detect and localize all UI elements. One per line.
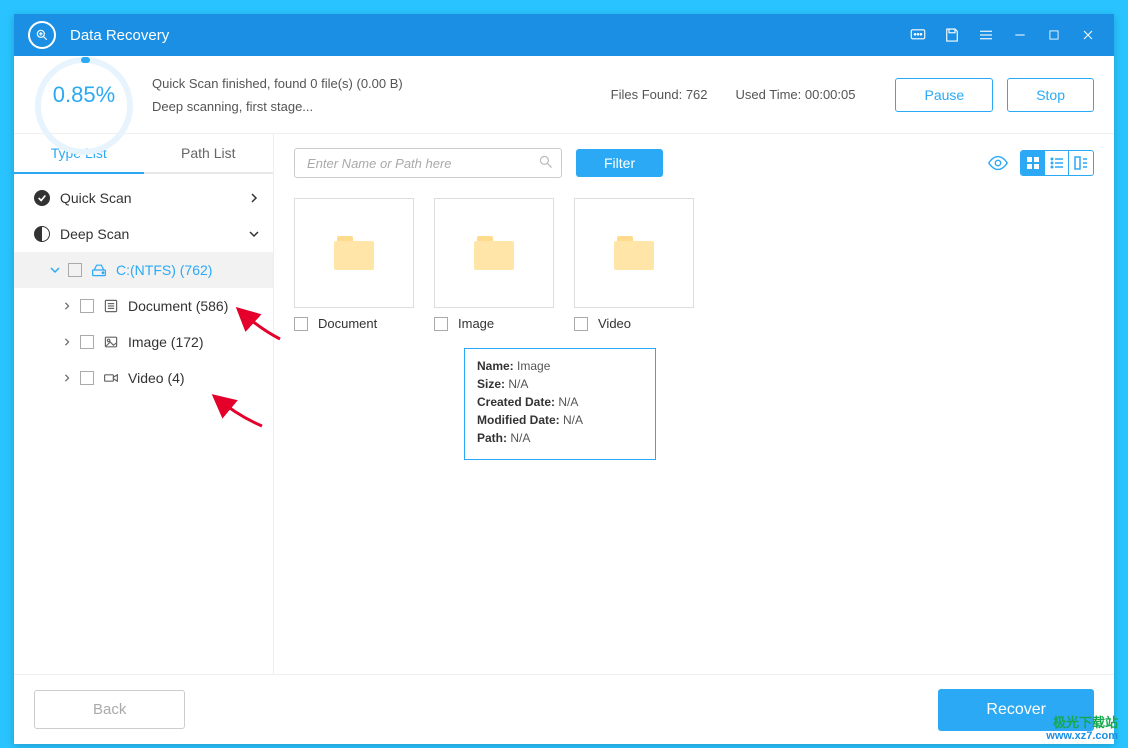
card-label: Video <box>598 316 631 331</box>
card-image[interactable]: Image <box>434 198 554 331</box>
tree-drive-c[interactable]: C:(NTFS) (762) <box>14 252 273 288</box>
checkbox[interactable] <box>574 317 588 331</box>
checkbox[interactable] <box>68 263 82 277</box>
search-input[interactable] <box>294 148 562 178</box>
checkbox[interactable] <box>80 371 94 385</box>
sidebar: Type List Path List Quick Scan Deep Scan <box>14 134 274 674</box>
tree-quick-scan[interactable]: Quick Scan <box>14 180 273 216</box>
folder-thumb <box>574 198 694 308</box>
folder-icon <box>614 236 654 270</box>
scan-status-line1: Quick Scan finished, found 0 file(s) (0.… <box>152 76 611 91</box>
chevron-right-icon <box>60 373 74 383</box>
folder-grid: Document Image Video Name: Image Size: N… <box>294 198 1094 331</box>
drive-icon <box>90 262 108 278</box>
folder-thumb <box>434 198 554 308</box>
save-icon[interactable] <box>940 23 964 47</box>
pause-button[interactable]: Pause <box>895 78 993 112</box>
chevron-right-icon <box>60 337 74 347</box>
filter-button[interactable]: Filter <box>576 149 663 177</box>
view-list-icon[interactable] <box>1045 151 1069 175</box>
toolbar: Filter <box>294 148 1094 178</box>
folder-thumb <box>294 198 414 308</box>
view-detail-icon[interactable] <box>1069 151 1093 175</box>
close-button[interactable] <box>1076 23 1100 47</box>
checkbox[interactable] <box>80 335 94 349</box>
check-icon <box>34 190 50 206</box>
footer: Back Recover <box>14 674 1114 744</box>
search-field <box>294 148 562 178</box>
maximize-button[interactable] <box>1042 23 1066 47</box>
tree: Quick Scan Deep Scan C:(NTFS) (762) <box>14 174 273 674</box>
chevron-right-icon <box>60 301 74 311</box>
folder-icon <box>474 236 514 270</box>
card-label: Document <box>318 316 377 331</box>
card-label: Image <box>458 316 494 331</box>
app-window: Data Recovery 0.85% Quick Scan finished,… <box>14 14 1114 744</box>
document-icon <box>102 298 120 314</box>
info-tooltip: Name: Image Size: N/A Created Date: N/A … <box>464 348 656 460</box>
scan-status-line2: Deep scanning, first stage... <box>152 99 611 114</box>
tree-document[interactable]: Document (586) <box>14 288 273 324</box>
folder-icon <box>334 236 374 270</box>
tree-image[interactable]: Image (172) <box>14 324 273 360</box>
chevron-down-icon <box>249 226 259 242</box>
checkbox[interactable] <box>294 317 308 331</box>
back-button[interactable]: Back <box>34 690 185 729</box>
tree-deep-scan[interactable]: Deep Scan <box>14 216 273 252</box>
view-grid-icon[interactable] <box>1021 151 1045 175</box>
app-logo-icon <box>28 21 56 49</box>
chevron-down-icon <box>48 265 62 275</box>
main-content: Filter Document I <box>274 134 1114 674</box>
feedback-icon[interactable] <box>906 23 930 47</box>
stop-button[interactable]: Stop <box>1007 78 1094 112</box>
progress-percent: 0.85% <box>53 82 115 108</box>
watermark: 极光下载站 www.xz7.com <box>1046 716 1118 742</box>
titlebar: Data Recovery <box>14 14 1114 56</box>
card-document[interactable]: Document <box>294 198 414 331</box>
half-circle-icon <box>34 226 50 242</box>
chevron-right-icon <box>249 190 259 206</box>
scan-stats: Files Found: 762 Used Time: 00:00:05 <box>611 87 856 102</box>
image-icon <box>102 334 120 350</box>
app-title: Data Recovery <box>70 27 896 44</box>
progress-circle: 0.85% <box>34 56 134 134</box>
view-mode-group <box>1020 150 1094 176</box>
minimize-button[interactable] <box>1008 23 1032 47</box>
card-video[interactable]: Video <box>574 198 694 331</box>
search-icon[interactable] <box>538 154 554 175</box>
scan-status: Quick Scan finished, found 0 file(s) (0.… <box>152 76 611 114</box>
video-icon <box>102 370 120 386</box>
used-time: Used Time: 00:00:05 <box>736 87 856 102</box>
preview-eye-icon[interactable] <box>986 151 1010 175</box>
files-found: Files Found: 762 <box>611 87 708 102</box>
tab-path-list[interactable]: Path List <box>144 134 274 172</box>
scan-info-bar: 0.85% Quick Scan finished, found 0 file(… <box>14 56 1114 134</box>
menu-icon[interactable] <box>974 23 998 47</box>
checkbox[interactable] <box>434 317 448 331</box>
checkbox[interactable] <box>80 299 94 313</box>
tree-video[interactable]: Video (4) <box>14 360 273 396</box>
